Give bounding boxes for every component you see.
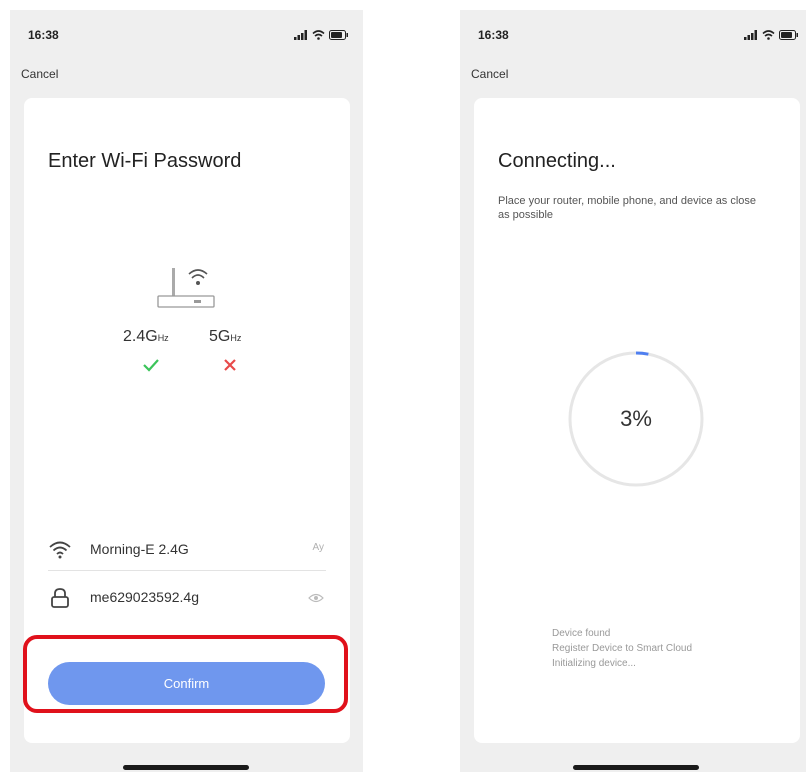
cross-icon	[224, 359, 236, 371]
eye-toggle-icon[interactable]	[308, 593, 324, 603]
status-icons	[294, 28, 349, 42]
status-bar: 16:38	[478, 28, 799, 44]
step-initializing: Initializing device...	[552, 658, 636, 669]
status-steps: Device found Register Device to Smart Cl…	[552, 626, 692, 671]
battery-icon	[329, 30, 348, 40]
signal-icon	[744, 30, 757, 40]
lock-icon	[51, 588, 69, 608]
status-bar: 16:38	[28, 28, 349, 44]
instruction-text: Place your router, mobile phone, and dev…	[498, 195, 757, 221]
phone-screen-connecting: 16:38 Cancel Connecting... Place your ro…	[460, 10, 806, 772]
check-icon	[143, 359, 159, 372]
switch-network-button[interactable]: Ау	[312, 542, 324, 553]
cancel-link[interactable]: Cancel	[471, 67, 508, 81]
confirm-button[interactable]: Confirm	[48, 662, 325, 705]
band-5ghz-label: 5GHz	[209, 328, 242, 345]
battery-icon	[779, 30, 798, 40]
connecting-card: Connecting... Place your router, mobile …	[474, 98, 800, 743]
password-value: me629023592.4g	[90, 589, 199, 605]
router-icon	[157, 268, 215, 308]
step-device-found: Device found	[552, 628, 611, 639]
wifi-ssid-field[interactable]: Morning-E 2.4G Ау	[48, 530, 326, 571]
cancel-link[interactable]: Cancel	[21, 67, 58, 81]
wifi-password-field[interactable]: me629023592.4g	[48, 578, 326, 618]
band-24ghz-label: 2.4GHz	[123, 328, 169, 345]
progress-percent: 3%	[620, 406, 652, 431]
status-time: 16:38	[478, 28, 509, 42]
status-time: 16:38	[28, 28, 59, 42]
home-indicator[interactable]	[123, 765, 249, 770]
signal-icon	[294, 30, 307, 40]
wifi-status-icon	[312, 30, 325, 40]
page-title: Connecting...	[498, 150, 616, 172]
step-register-cloud: Register Device to Smart Cloud	[552, 643, 693, 654]
status-icons	[744, 28, 799, 42]
page-title: Enter Wi-Fi Password	[48, 150, 242, 172]
wifi-icon	[49, 541, 71, 559]
wifi-status-icon	[762, 30, 775, 40]
home-indicator[interactable]	[573, 765, 699, 770]
ssid-value: Morning-E 2.4G	[90, 541, 189, 557]
phone-screen-wifi-password: 16:38 Cancel Enter Wi-Fi Password 2.4GHz…	[10, 10, 363, 772]
